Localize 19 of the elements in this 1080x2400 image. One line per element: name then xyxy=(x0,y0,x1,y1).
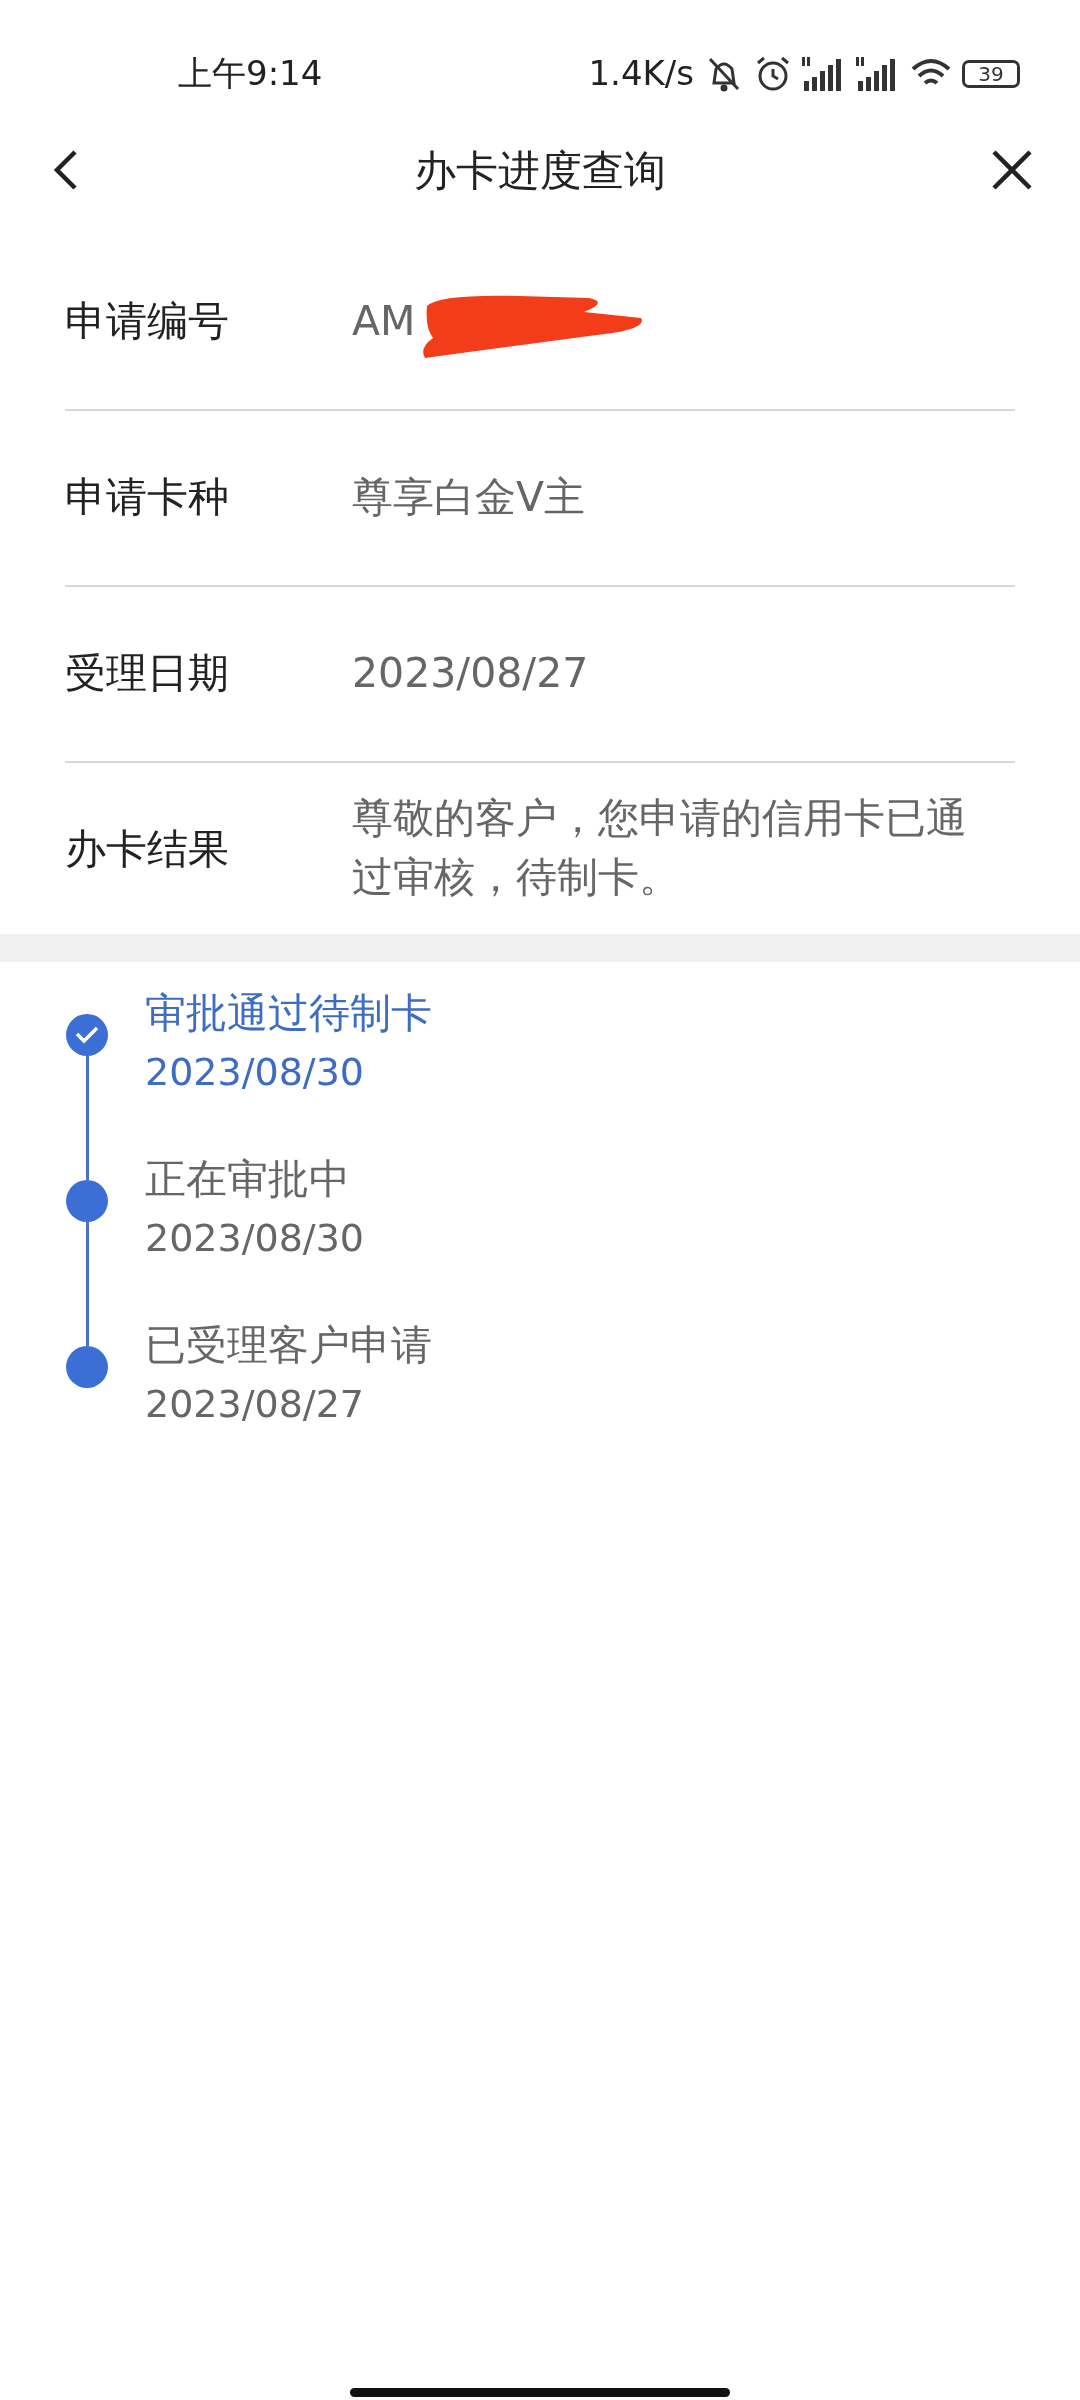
page-title: 办卡进度查询 xyxy=(414,144,666,197)
step-title: 正在审批中 xyxy=(145,1153,351,1205)
alarm-icon xyxy=(754,54,792,93)
status-time: 上午9:14 xyxy=(178,52,323,95)
step-date: 2023/08/30 xyxy=(145,1214,365,1262)
field-label: 申请卡种 xyxy=(65,472,230,524)
step-date: 2023/08/27 xyxy=(145,1380,366,1428)
field-value: 2023/08/27 xyxy=(352,648,589,700)
step-date: 2023/08/30 xyxy=(145,1048,366,1096)
step-title: 已受理客户申请 xyxy=(145,1319,432,1371)
field-label: 办卡结果 xyxy=(65,824,230,875)
field-label: 申请编号 xyxy=(65,296,230,348)
field-value: 尊敬的客户，您申请的信用卡已通过审核，待制卡。 xyxy=(352,793,968,904)
field-label: 受理日期 xyxy=(65,648,230,700)
network-speed: 1.4K/s xyxy=(588,52,694,95)
field-value: 尊享白金V主 xyxy=(352,472,586,524)
step-title: 审批通过待制卡 xyxy=(145,987,432,1039)
field-value: AM xyxy=(352,296,416,348)
battery-icon: 39 xyxy=(962,59,1020,88)
